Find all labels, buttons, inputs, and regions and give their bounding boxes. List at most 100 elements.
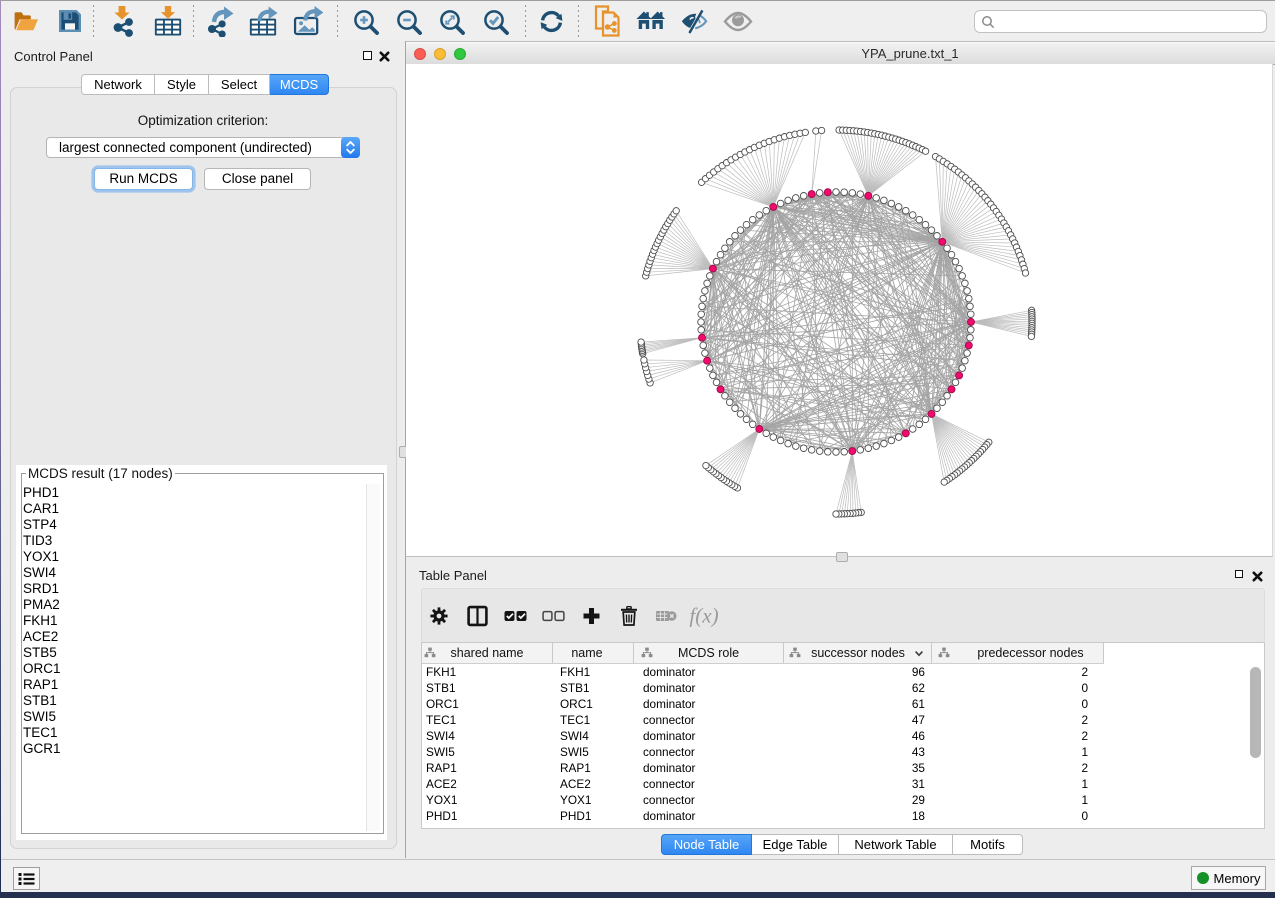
table-row[interactable]: ORC1ORC1dominator610 — [422, 696, 1264, 712]
tab-mcds[interactable]: MCDS — [270, 74, 329, 95]
mcds-result-item[interactable]: ACE2 — [22, 629, 362, 645]
zoom-fit-icon[interactable] — [436, 6, 466, 36]
column-header-predecessor-nodes[interactable]: predecessor nodes — [932, 643, 1104, 663]
table-cell: 2 — [932, 664, 1088, 680]
table-row[interactable]: SWI5SWI5connector431 — [422, 744, 1264, 760]
delete-column-icon[interactable] — [616, 606, 642, 626]
select-all-columns-icon[interactable] — [502, 610, 528, 621]
export-image-icon[interactable] — [293, 6, 323, 36]
network-view-window: YPA_prune.txt_1 — [406, 42, 1275, 557]
mcds-result-item[interactable]: FKH1 — [22, 613, 362, 629]
float-panel-icon[interactable] — [363, 51, 372, 60]
run-mcds-button[interactable]: Run MCDS — [94, 168, 193, 190]
window-close-light[interactable] — [414, 48, 426, 60]
table-row[interactable]: RAP1RAP1dominator352 — [422, 760, 1264, 776]
window-zoom-light[interactable] — [454, 48, 466, 60]
network-graph — [406, 64, 1272, 557]
mcds-result-item[interactable]: TID3 — [22, 533, 362, 549]
horizontal-splitter-grip[interactable] — [836, 552, 848, 562]
show-all-icon[interactable] — [723, 6, 753, 36]
table-column-icon — [424, 647, 436, 658]
mcds-result-item[interactable]: PHD1 — [22, 485, 362, 501]
column-label: successor nodes — [811, 646, 924, 660]
mcds-result-item[interactable]: SRD1 — [22, 581, 362, 597]
network-canvas[interactable] — [406, 64, 1273, 557]
table-cell: ORC1 — [422, 696, 553, 712]
first-neighbors-icon[interactable] — [636, 6, 666, 36]
column-header-successor-nodes[interactable]: successor nodes — [784, 643, 932, 663]
mcds-result-item[interactable]: STB1 — [22, 693, 362, 709]
tab-node-table[interactable]: Node Table — [661, 834, 752, 855]
table-cell: 2 — [932, 728, 1088, 744]
copy-network-icon[interactable] — [593, 6, 623, 36]
mcds-result-item[interactable]: STP4 — [22, 517, 362, 533]
column-header-shared-name[interactable]: shared name — [422, 643, 553, 663]
zoom-in-icon[interactable] — [350, 6, 380, 36]
mcds-result-item[interactable]: CAR1 — [22, 501, 362, 517]
column-header-name[interactable]: name — [553, 643, 634, 663]
task-history-button[interactable] — [13, 867, 40, 890]
window-minimize-light[interactable] — [434, 48, 446, 60]
close-panel-button[interactable]: Close panel — [204, 168, 311, 190]
node-table: shared name name MCDS role successor nodes p… — [421, 642, 1265, 829]
import-network-icon[interactable] — [109, 6, 139, 36]
show-columns-icon[interactable] — [464, 605, 490, 626]
memory-button[interactable]: Memory — [1191, 866, 1266, 890]
table-row[interactable]: FKH1FKH1dominator962 — [422, 664, 1264, 680]
mcds-result-item[interactable]: YOX1 — [22, 549, 362, 565]
table-row[interactable]: STB1STB1dominator620 — [422, 680, 1264, 696]
close-panel-icon[interactable] — [379, 49, 390, 67]
mcds-result-item[interactable]: GCR1 — [22, 741, 362, 757]
add-column-icon[interactable] — [578, 606, 604, 625]
tab-motifs[interactable]: Motifs — [953, 834, 1023, 855]
toolbar-separator — [93, 5, 94, 37]
column-label: name — [571, 646, 602, 660]
network-window-titlebar[interactable]: YPA_prune.txt_1 — [406, 42, 1275, 65]
mcds-result-scrollbar[interactable] — [366, 484, 380, 831]
table-cell: STB1 — [422, 680, 553, 696]
float-table-panel-icon[interactable] — [1235, 570, 1243, 578]
export-network-icon[interactable] — [205, 6, 235, 36]
refresh-icon[interactable] — [536, 6, 566, 36]
table-scrollbar-thumb[interactable] — [1250, 667, 1261, 758]
unselect-all-columns-icon[interactable] — [540, 610, 566, 621]
table-row[interactable]: ACE2ACE2connector311 — [422, 776, 1264, 792]
table-cell: 29 — [784, 792, 925, 808]
tab-select[interactable]: Select — [209, 74, 270, 95]
mcds-result-item[interactable]: STB5 — [22, 645, 362, 661]
mcds-result-item[interactable]: SWI4 — [22, 565, 362, 581]
import-table-icon[interactable] — [153, 6, 183, 36]
mcds-result-item[interactable]: TEC1 — [22, 725, 362, 741]
save-session-icon[interactable] — [55, 6, 85, 36]
mcds-result-item[interactable]: RAP1 — [22, 677, 362, 693]
mcds-result-item[interactable]: SWI5 — [22, 709, 362, 725]
optimization-criterion-label: Optimization criterion: — [1, 113, 405, 128]
zoom-out-icon[interactable] — [393, 6, 423, 36]
table-toolbar: f(x) — [421, 588, 1265, 643]
table-cell: 47 — [784, 712, 925, 728]
zoom-selected-icon[interactable] — [480, 6, 510, 36]
open-session-icon[interactable] — [11, 6, 41, 36]
table-row[interactable]: TEC1TEC1connector472 — [422, 712, 1264, 728]
table-column-icon — [789, 647, 801, 658]
column-header-MCDS-role[interactable]: MCDS role — [634, 643, 784, 663]
tab-network[interactable]: Network — [81, 74, 155, 95]
tab-network-table[interactable]: Network Table — [839, 834, 953, 855]
mcds-result-item[interactable]: PMA2 — [22, 597, 362, 613]
hide-selected-icon[interactable] — [679, 6, 709, 36]
search-box[interactable] — [974, 10, 1267, 33]
table-row[interactable]: SWI4SWI4dominator462 — [422, 728, 1264, 744]
search-input[interactable] — [996, 14, 1266, 30]
optimization-criterion-select[interactable]: largest connected component (undirected) — [46, 137, 360, 158]
table-row[interactable]: PHD1PHD1dominator180 — [422, 808, 1264, 824]
tab-style[interactable]: Style — [155, 74, 209, 95]
export-table-icon[interactable] — [248, 6, 278, 36]
mcds-result-item[interactable]: ORC1 — [22, 661, 362, 677]
tab-edge-table[interactable]: Edge Table — [752, 834, 839, 855]
table-cell: 62 — [784, 680, 925, 696]
close-table-panel-icon[interactable] — [1252, 569, 1263, 587]
table-cell: dominator — [634, 760, 784, 776]
table-column-icon — [938, 647, 950, 658]
table-settings-icon[interactable] — [426, 607, 452, 625]
table-row[interactable]: YOX1YOX1connector291 — [422, 792, 1264, 808]
